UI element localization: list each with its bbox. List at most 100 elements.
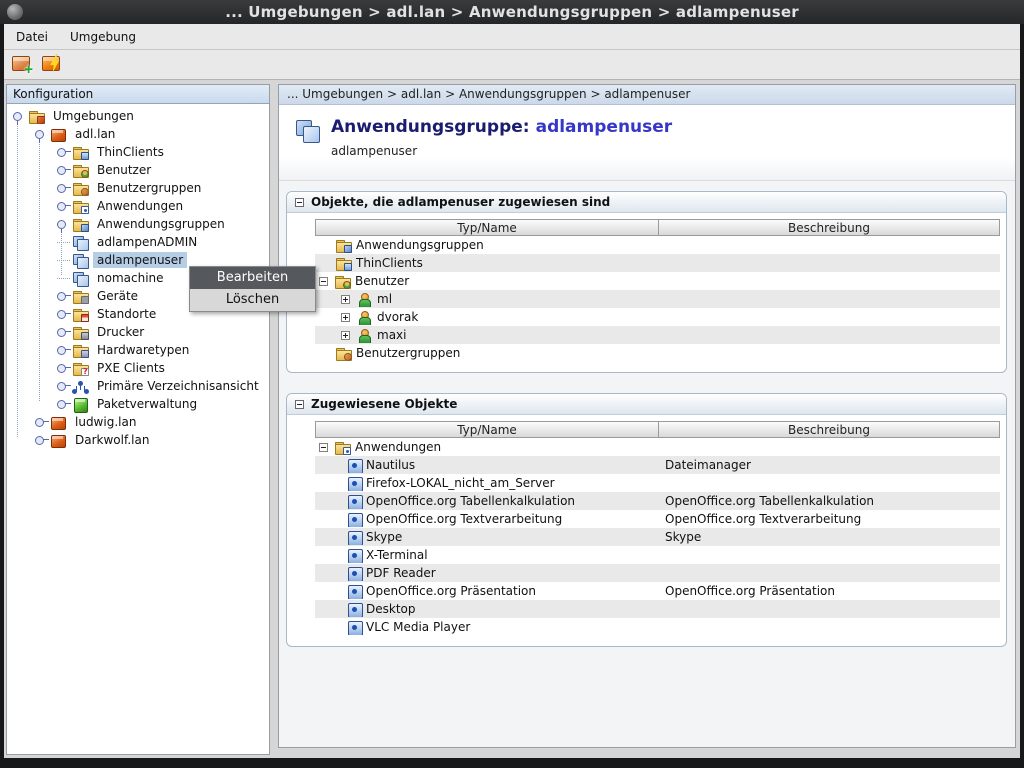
tree-item-ludwig-lan[interactable]: ludwig.lan bbox=[7, 413, 269, 431]
table-row[interactable]: Desktop bbox=[315, 600, 1000, 618]
table-row[interactable]: dvorak bbox=[315, 308, 1000, 326]
tree-item-drucker[interactable]: Drucker bbox=[7, 323, 269, 341]
expand-knob-icon[interactable] bbox=[35, 436, 44, 445]
table-row[interactable]: VLC Media Player bbox=[315, 618, 1000, 636]
configuration-tree: Umgebungen adl.lan ThinClients bbox=[7, 104, 269, 754]
expand-knob-icon[interactable] bbox=[57, 202, 66, 211]
table-row[interactable]: Nautilus Dateimanager bbox=[315, 456, 1000, 474]
realize-changes-button[interactable] bbox=[40, 53, 64, 77]
folder-app-icon bbox=[72, 199, 89, 214]
workspace: Konfiguration Umgebungen adl.lan bbox=[4, 80, 1020, 758]
tree-item-adl-lan[interactable]: adl.lan bbox=[7, 125, 269, 143]
collapse-icon[interactable] bbox=[295, 198, 304, 207]
menubar: Datei Umgebung bbox=[4, 24, 1020, 50]
table-row[interactable]: Benutzergruppen bbox=[315, 344, 1000, 362]
application-icon bbox=[347, 458, 362, 473]
package-icon bbox=[72, 397, 89, 412]
folder-tools-icon bbox=[72, 289, 89, 304]
collapse-icon[interactable] bbox=[319, 277, 328, 286]
application-group-icon bbox=[72, 271, 89, 286]
table-row[interactable]: Firefox-LOKAL_nicht_am_Server bbox=[315, 474, 1000, 492]
titlebar: ... Umgebungen > adl.lan > Anwendungsgru… bbox=[0, 0, 1024, 24]
expand-knob-icon[interactable] bbox=[57, 184, 66, 193]
tree-item-paketverwaltung[interactable]: Paketverwaltung bbox=[7, 395, 269, 413]
tree-item-anwendungsgruppen[interactable]: Anwendungsgruppen bbox=[7, 215, 269, 233]
new-environment-button[interactable]: + bbox=[10, 53, 34, 77]
expand-knob-icon[interactable] bbox=[57, 346, 66, 355]
column-header-beschreibung[interactable]: Beschreibung bbox=[659, 219, 1000, 236]
tree-connector-stub bbox=[57, 242, 70, 243]
tree-item-umgebungen[interactable]: Umgebungen bbox=[7, 107, 269, 125]
table-row[interactable]: OpenOffice.org Textverarbeitung OpenOffi… bbox=[315, 510, 1000, 528]
menu-umgebung[interactable]: Umgebung bbox=[70, 30, 136, 44]
expand-icon[interactable] bbox=[341, 295, 350, 304]
application-icon bbox=[347, 548, 362, 563]
folder-pxe-icon bbox=[72, 361, 89, 376]
section-assigned-objects-header[interactable]: Zugewiesene Objekte bbox=[287, 394, 1006, 415]
tree-item-darkwolf-lan[interactable]: Darkwolf.lan bbox=[7, 431, 269, 449]
expand-knob-icon[interactable] bbox=[35, 418, 44, 427]
folder-person-icon bbox=[72, 163, 89, 178]
page-subtitle: adlampenuser bbox=[331, 144, 672, 158]
expand-knob-icon[interactable] bbox=[57, 148, 66, 157]
expand-knob-icon[interactable] bbox=[57, 292, 66, 301]
environment-box-icon bbox=[50, 415, 67, 430]
lightning-icon bbox=[48, 55, 61, 73]
expand-knob-icon[interactable] bbox=[57, 400, 66, 409]
tree-item-hardwaretypen[interactable]: Hardwaretypen bbox=[7, 341, 269, 359]
column-header-typ-name[interactable]: Typ/Name bbox=[315, 219, 659, 236]
app-frame: Datei Umgebung + Konfiguration bbox=[4, 24, 1020, 758]
table-row[interactable]: Benutzer bbox=[315, 272, 1000, 290]
table-row[interactable]: Anwendungsgruppen bbox=[315, 236, 1000, 254]
folder-printer-icon bbox=[72, 325, 89, 340]
expand-knob-icon[interactable] bbox=[57, 166, 66, 175]
expand-icon[interactable] bbox=[341, 331, 350, 340]
tree-item-benutzer[interactable]: Benutzer bbox=[7, 161, 269, 179]
application-group-icon bbox=[72, 253, 89, 268]
folder-hardware-icon bbox=[72, 343, 89, 358]
tree-item-thinclients[interactable]: ThinClients bbox=[7, 143, 269, 161]
collapse-icon[interactable] bbox=[295, 400, 304, 409]
folder-appgroup-icon bbox=[335, 238, 352, 253]
table-row[interactable]: ThinClients bbox=[315, 254, 1000, 272]
collapse-icon[interactable] bbox=[319, 443, 328, 452]
table-header: Typ/Name Beschreibung bbox=[315, 219, 1000, 236]
column-header-typ-name[interactable]: Typ/Name bbox=[315, 421, 659, 438]
table-header: Typ/Name Beschreibung bbox=[315, 421, 1000, 438]
tree-item-adlampenadmin[interactable]: adlampenADMIN bbox=[7, 233, 269, 251]
expand-knob-icon[interactable] bbox=[57, 310, 66, 319]
table-row[interactable]: maxi bbox=[315, 326, 1000, 344]
app-window: ... Umgebungen > adl.lan > Anwendungsgru… bbox=[0, 0, 1024, 768]
context-menu-item-bearbeiten[interactable]: Bearbeiten bbox=[190, 267, 315, 289]
expand-knob-icon[interactable] bbox=[35, 130, 44, 139]
menu-datei[interactable]: Datei bbox=[16, 30, 48, 44]
context-menu-item-loeschen[interactable]: Löschen bbox=[190, 289, 315, 311]
expand-knob-icon[interactable] bbox=[57, 220, 66, 229]
expand-knob-icon[interactable] bbox=[57, 382, 66, 391]
section-assigned-to-header[interactable]: Objekte, die adlampenuser zugewiesen sin… bbox=[287, 192, 1006, 213]
expand-icon[interactable] bbox=[341, 313, 350, 322]
user-icon bbox=[356, 310, 373, 325]
table-row[interactable]: Anwendungen bbox=[315, 438, 1000, 456]
table-row[interactable]: X-Terminal bbox=[315, 546, 1000, 564]
tree-item-primaere-verzeichnisansicht[interactable]: Primäre Verzeichnisansicht bbox=[7, 377, 269, 395]
configuration-panel: Konfiguration Umgebungen adl.lan bbox=[6, 84, 270, 755]
table-row[interactable]: OpenOffice.org Tabellenkalkulation OpenO… bbox=[315, 492, 1000, 510]
table-row[interactable]: OpenOffice.org Präsentation OpenOffice.o… bbox=[315, 582, 1000, 600]
tree-item-anwendungen[interactable]: Anwendungen bbox=[7, 197, 269, 215]
table-row[interactable]: PDF Reader bbox=[315, 564, 1000, 582]
expand-knob-icon[interactable] bbox=[13, 112, 22, 121]
detail-header: Anwendungsgruppe:adlampenuser adlampenus… bbox=[279, 105, 1015, 181]
tree-item-pxe-clients[interactable]: PXE Clients bbox=[7, 359, 269, 377]
application-icon bbox=[347, 530, 362, 545]
expand-knob-icon[interactable] bbox=[57, 328, 66, 337]
user-icon bbox=[356, 292, 373, 307]
column-header-beschreibung[interactable]: Beschreibung bbox=[659, 421, 1000, 438]
tree-item-benutzergruppen[interactable]: Benutzergruppen bbox=[7, 179, 269, 197]
folder-monitor-icon bbox=[72, 145, 89, 160]
table-row[interactable]: Skype Skype bbox=[315, 528, 1000, 546]
window-menu-button[interactable] bbox=[7, 4, 23, 20]
expand-knob-icon[interactable] bbox=[57, 364, 66, 373]
folder-box-icon bbox=[28, 109, 45, 124]
table-row[interactable]: ml bbox=[315, 290, 1000, 308]
